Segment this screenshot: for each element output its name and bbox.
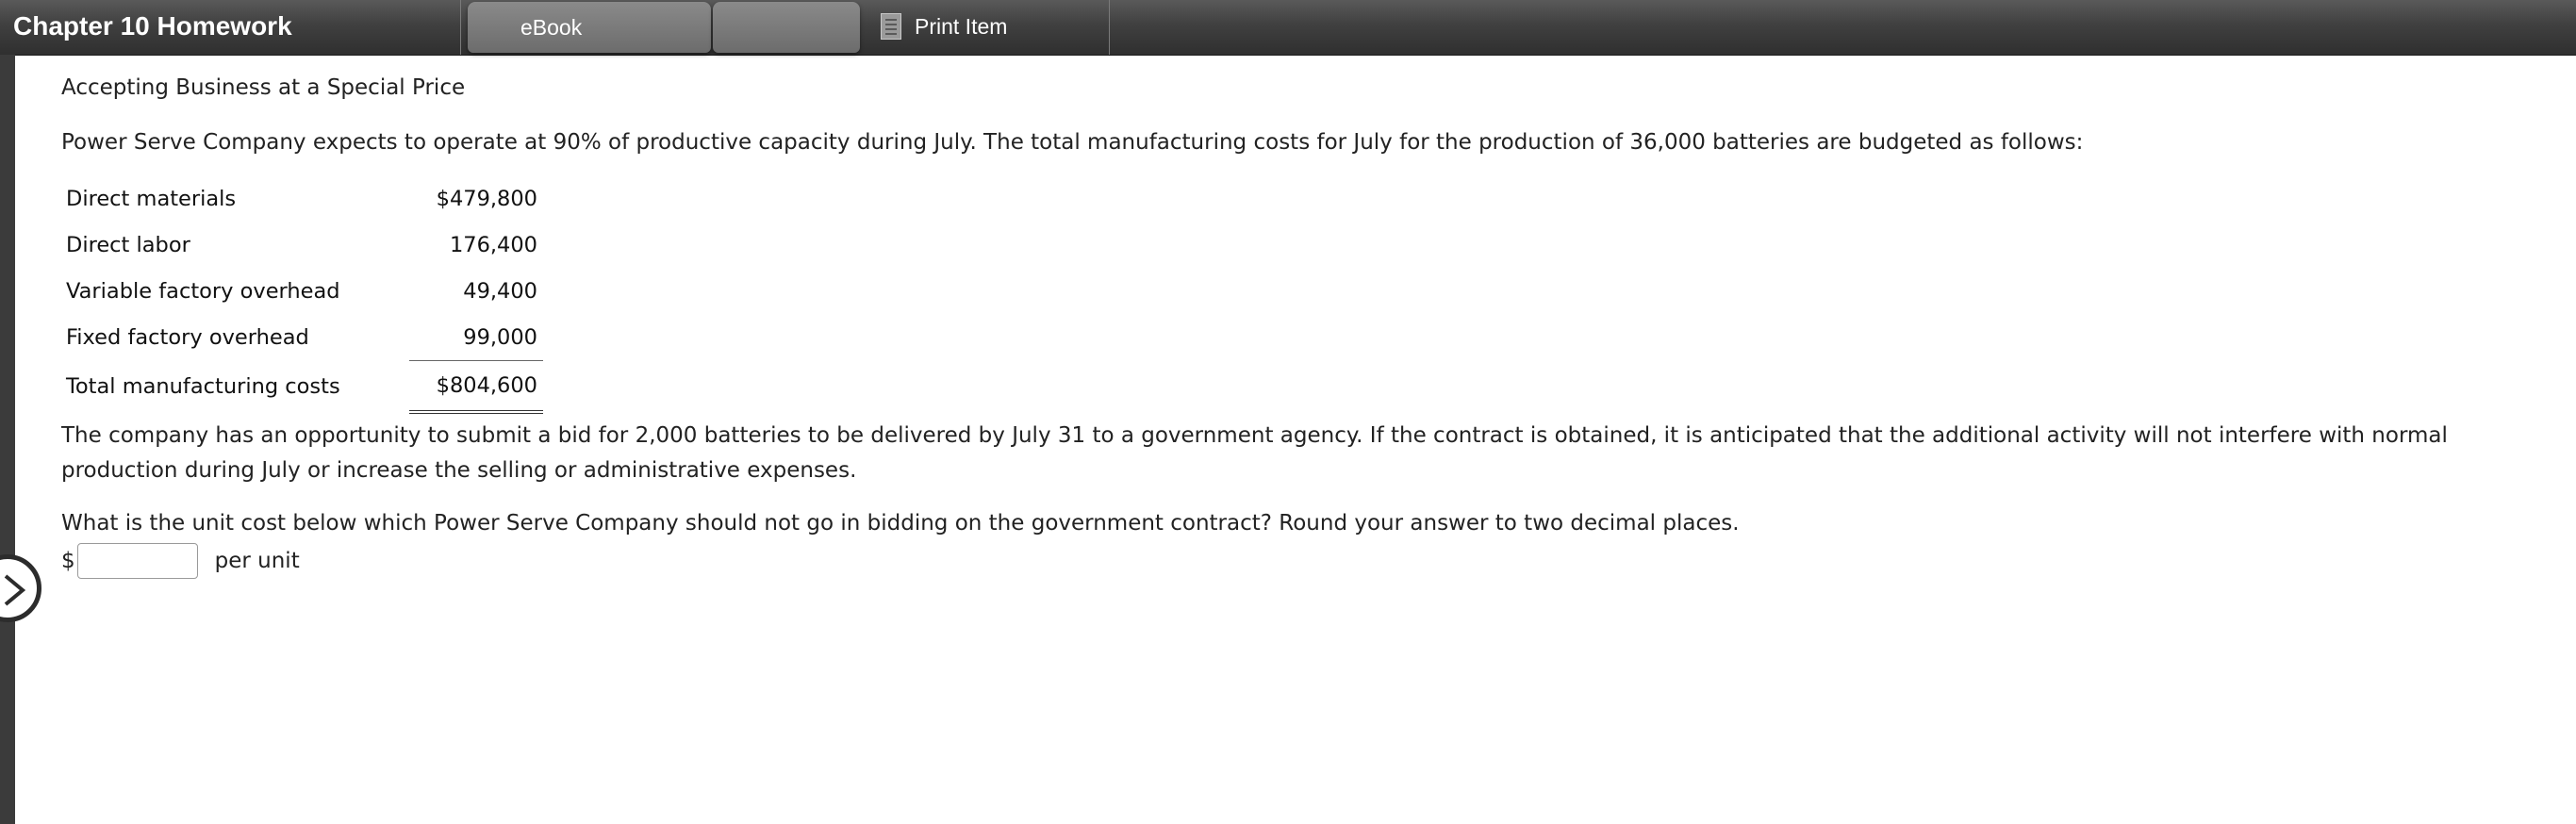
total-label: Total manufacturing costs — [66, 373, 340, 399]
table-row: Direct materials $479,800 — [58, 175, 543, 222]
tab-blank[interactable] — [713, 2, 860, 53]
cost-label: Variable factory overhead — [66, 278, 340, 304]
total-amount: $804,600 — [409, 360, 543, 414]
sidebar-toggle-button[interactable] — [0, 554, 41, 622]
cost-amount: 176,400 — [449, 232, 537, 257]
problem-intro: Power Serve Company expects to operate a… — [61, 130, 2084, 155]
top-toolbar: Chapter 10 Homework eBook Print Item — [0, 0, 2576, 56]
cost-label: Fixed factory overhead — [66, 324, 309, 350]
total-row: Total manufacturing costs $804,600 — [58, 360, 543, 414]
unit-suffix: per unit — [214, 549, 300, 573]
unit-cost-input[interactable] — [76, 543, 198, 579]
cost-amount: 99,000 — [409, 314, 543, 361]
print-item-button[interactable]: Print Item — [881, 9, 1007, 43]
tab-ebook-label: eBook — [520, 15, 583, 40]
table-row: Variable factory overhead 49,400 — [58, 268, 543, 314]
cost-amount: $479,800 — [436, 186, 537, 211]
toolbar-divider — [460, 0, 461, 55]
print-item-label: Print Item — [915, 13, 1008, 39]
tab-ebook[interactable]: eBook — [468, 2, 711, 53]
toolbar-divider — [1109, 0, 1110, 55]
chevron-right-icon — [4, 574, 26, 606]
cost-amount: 49,400 — [463, 278, 537, 304]
answer-row: $ per unit — [61, 543, 300, 579]
table-row: Direct labor 176,400 — [58, 222, 543, 268]
assignment-title: Chapter 10 Homework — [13, 11, 292, 41]
table-row: Fixed factory overhead 99,000 — [58, 314, 543, 361]
question-text: What is the unit cost below which Power … — [61, 511, 1740, 536]
cost-label: Direct labor — [66, 232, 190, 257]
problem-paragraph: The company has an opportunity to submit… — [61, 423, 2448, 483]
currency-prefix: $ — [61, 549, 75, 573]
print-document-icon — [881, 13, 901, 40]
cost-table: Direct materials $479,800 Direct labor 1… — [58, 175, 543, 414]
left-sidebar-edge — [0, 55, 15, 824]
cost-label: Direct materials — [66, 186, 237, 211]
problem-heading: Accepting Business at a Special Price — [61, 75, 466, 100]
